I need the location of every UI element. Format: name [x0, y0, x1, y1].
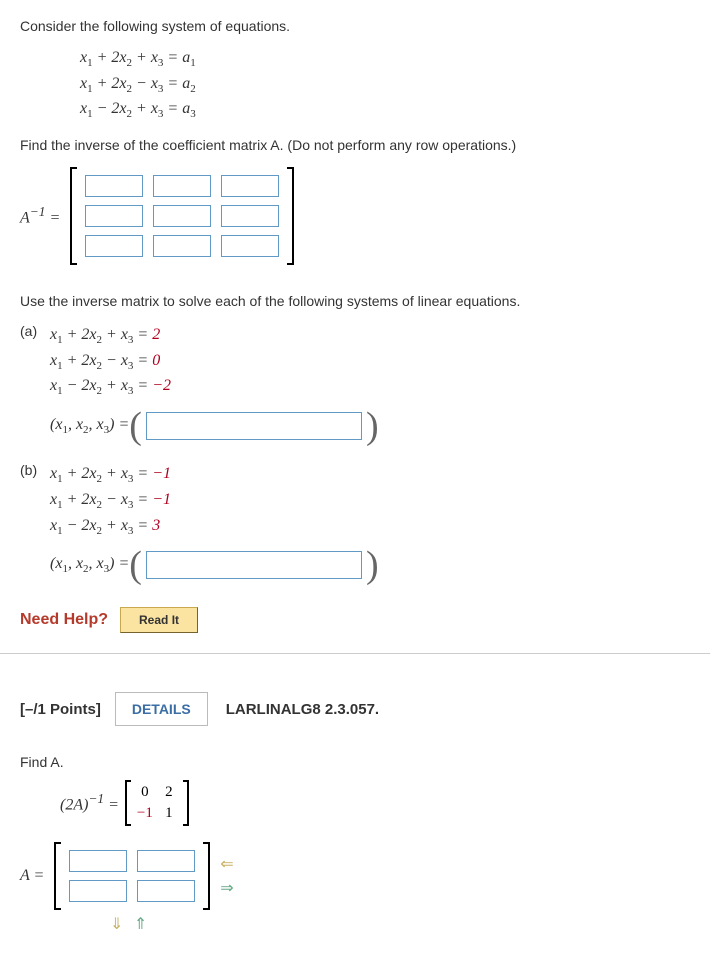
- paren-right-icon: ): [366, 415, 379, 438]
- answer-label: (x1, x2, x3) =: [50, 552, 129, 578]
- q1-task1: Find the inverse of the coefficient matr…: [20, 137, 690, 153]
- matrix-cell-input[interactable]: [85, 205, 143, 227]
- row-controls: ⇓ ⇑: [110, 914, 690, 934]
- part-b-letter: (b): [20, 462, 50, 478]
- eq-line: x1 + 2x2 − x3 = −1: [50, 488, 171, 514]
- divider: [0, 653, 710, 654]
- paren-left-icon: (: [129, 415, 142, 438]
- part-a-letter: (a): [20, 323, 50, 339]
- matrix-cell-input[interactable]: [85, 235, 143, 257]
- matrix-cell-input[interactable]: [69, 880, 127, 902]
- part-a-answer: (x1, x2, x3) = ( ): [50, 412, 690, 440]
- matrix-2x2-input: [54, 842, 210, 910]
- matrix-cell-input[interactable]: [153, 205, 211, 227]
- eq-line: x1 + 2x2 − x3 = 0: [50, 349, 171, 375]
- column-controls: ⇐ ⇒: [220, 854, 233, 898]
- rhs-value: −1: [152, 491, 171, 508]
- add-row-icon[interactable]: ⇓: [110, 916, 123, 933]
- details-button[interactable]: DETAILS: [115, 692, 208, 726]
- matrix-cell-input[interactable]: [137, 850, 195, 872]
- bracket-right-icon: [287, 167, 294, 265]
- matrix-value: −1: [137, 805, 153, 822]
- a-inverse-label: A−1 =: [20, 204, 60, 227]
- a-inverse-row: A−1 =: [20, 167, 690, 265]
- eq-line: x1 + 2x2 − x3 = a2: [80, 72, 690, 98]
- paren-left-icon: (: [129, 554, 142, 577]
- given-matrix: 0 2 −1 1: [125, 780, 189, 826]
- paren-right-icon: ): [366, 554, 379, 577]
- eq-line: x1 − 2x2 + x3 = 3: [50, 514, 171, 540]
- two-a-inverse-label: (2A)−1 =: [60, 789, 119, 817]
- bracket-left-icon: [70, 167, 77, 265]
- remove-column-icon[interactable]: ⇐: [220, 854, 233, 874]
- q2-find-a: Find A.: [20, 754, 690, 770]
- eq-line: x1 + 2x2 + x3 = −1: [50, 462, 171, 488]
- bracket-left-icon: [54, 842, 61, 910]
- eq-line: x1 − 2x2 + x3 = −2: [50, 374, 171, 400]
- read-it-button[interactable]: Read It: [120, 607, 198, 633]
- rhs-value: 2: [152, 326, 160, 343]
- q1-intro: Consider the following system of equatio…: [20, 18, 690, 34]
- question-header: [–/1 Points] DETAILS LARLINALG8 2.3.057.: [20, 692, 690, 726]
- add-column-icon[interactable]: ⇒: [220, 878, 233, 898]
- remove-row-icon[interactable]: ⇑: [134, 916, 147, 933]
- part-b: (b) x1 + 2x2 + x3 = −1 x1 + 2x2 − x3 = −…: [20, 462, 690, 539]
- reference-code: LARLINALG8 2.3.057.: [226, 701, 379, 718]
- points-label: [–/1 Points]: [20, 701, 101, 718]
- a-label: A =: [20, 867, 44, 885]
- matrix-cell-input[interactable]: [85, 175, 143, 197]
- matrix-cell-input[interactable]: [221, 175, 279, 197]
- rhs-value: 3: [152, 517, 160, 534]
- rhs-value: 0: [152, 352, 160, 369]
- eq-line: x1 + 2x2 + x3 = 2: [50, 323, 171, 349]
- part-a: (a) x1 + 2x2 + x3 = 2 x1 + 2x2 − x3 = 0 …: [20, 323, 690, 400]
- matrix-cell-input[interactable]: [221, 235, 279, 257]
- matrix-cell-input[interactable]: [137, 880, 195, 902]
- two-a-inverse-row: (2A)−1 = 0 2 −1 1: [60, 780, 690, 826]
- bracket-right-icon: [183, 780, 189, 826]
- answer-label: (x1, x2, x3) =: [50, 413, 129, 439]
- bracket-left-icon: [125, 780, 131, 826]
- matrix-value: 2: [161, 784, 177, 801]
- solution-input[interactable]: [146, 412, 362, 440]
- matrix-3x3-input: [70, 167, 294, 265]
- solution-input[interactable]: [146, 551, 362, 579]
- eq-line: x1 − 2x2 + x3 = a3: [80, 97, 690, 123]
- matrix-cell-input[interactable]: [153, 235, 211, 257]
- rhs-value: −2: [152, 377, 171, 394]
- eq-line: x1 + 2x2 + x3 = a1: [80, 46, 690, 72]
- a-equals-row: A = ⇐ ⇒: [20, 842, 690, 910]
- need-help-row: Need Help? Read It: [20, 607, 690, 633]
- q1-task2: Use the inverse matrix to solve each of …: [20, 293, 690, 309]
- part-b-answer: (x1, x2, x3) = ( ): [50, 551, 690, 579]
- bracket-right-icon: [203, 842, 210, 910]
- q1-system-generic: x1 + 2x2 + x3 = a1 x1 + 2x2 − x3 = a2 x1…: [80, 46, 690, 123]
- matrix-cell-input[interactable]: [69, 850, 127, 872]
- matrix-cell-input[interactable]: [153, 175, 211, 197]
- matrix-value: 1: [161, 805, 177, 822]
- rhs-value: −1: [152, 465, 171, 482]
- matrix-value: 0: [137, 784, 153, 801]
- need-help-label: Need Help?: [20, 611, 108, 629]
- matrix-cell-input[interactable]: [221, 205, 279, 227]
